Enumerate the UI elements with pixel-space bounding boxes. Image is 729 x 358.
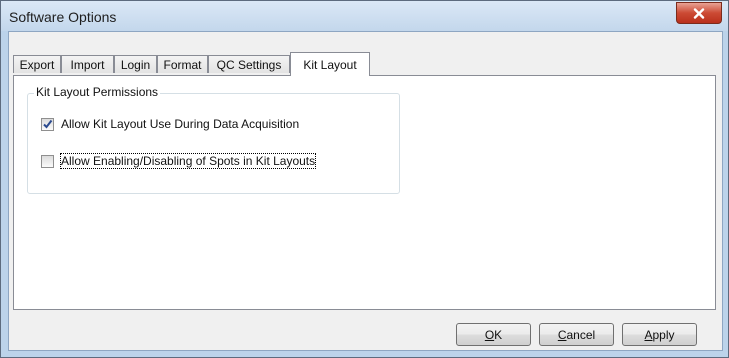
tab-import-label: Import <box>70 57 105 72</box>
tab-qc-settings[interactable]: QC Settings <box>208 55 290 73</box>
ok-label-rest: K <box>494 327 503 342</box>
tab-export-label: Export <box>19 57 55 72</box>
allow-enabling-spots-checkbox[interactable] <box>41 154 54 168</box>
cancel-label-rest: ancel <box>566 327 596 342</box>
tab-kit-layout-label: Kit Layout <box>303 57 357 72</box>
tab-format-label: Format <box>163 57 202 72</box>
option-allow-kit-layout-use[interactable]: Allow Kit Layout Use During Data Acquisi… <box>41 117 299 131</box>
tab-export[interactable]: Export <box>13 55 61 73</box>
allow-kit-layout-use-label[interactable]: Allow Kit Layout Use During Data Acquisi… <box>61 117 299 131</box>
option-allow-enabling-spots[interactable]: Allow Enabling/Disabling of Spots in Kit… <box>41 153 317 169</box>
close-button[interactable] <box>676 2 722 24</box>
allow-kit-layout-use-checkbox[interactable] <box>41 117 54 131</box>
close-icon <box>693 7 705 19</box>
title-bar[interactable]: Software Options <box>1 1 728 31</box>
dialog-client-area: Export Import Login Format QC Settings K… <box>8 31 723 351</box>
tab-format[interactable]: Format <box>157 55 208 73</box>
tab-import[interactable]: Import <box>61 55 114 73</box>
tab-login[interactable]: Login <box>114 55 157 73</box>
ok-mnemonic: O <box>484 327 495 342</box>
apply-label-rest: pply <box>652 327 675 342</box>
apply-button[interactable]: Apply <box>622 323 697 346</box>
allow-enabling-spots-label[interactable]: Allow Enabling/Disabling of Spots in Kit… <box>59 153 317 169</box>
apply-mnemonic: A <box>644 327 653 342</box>
software-options-window: Software Options Export Import Login For… <box>0 0 729 358</box>
tab-qc-settings-label: QC Settings <box>216 57 282 72</box>
group-title: Kit Layout Permissions <box>34 85 161 99</box>
tab-panel-kit-layout: Kit Layout Permissions Allow Kit Layout … <box>13 75 716 310</box>
cancel-button[interactable]: Cancel <box>539 323 614 346</box>
ok-button[interactable]: OK <box>456 323 531 346</box>
cancel-mnemonic: C <box>557 327 567 342</box>
kit-layout-permissions-group: Kit Layout Permissions Allow Kit Layout … <box>27 85 400 194</box>
tab-kit-layout[interactable]: Kit Layout <box>290 52 370 76</box>
window-title: Software Options <box>9 9 117 25</box>
tab-login-label: Login <box>120 57 151 72</box>
